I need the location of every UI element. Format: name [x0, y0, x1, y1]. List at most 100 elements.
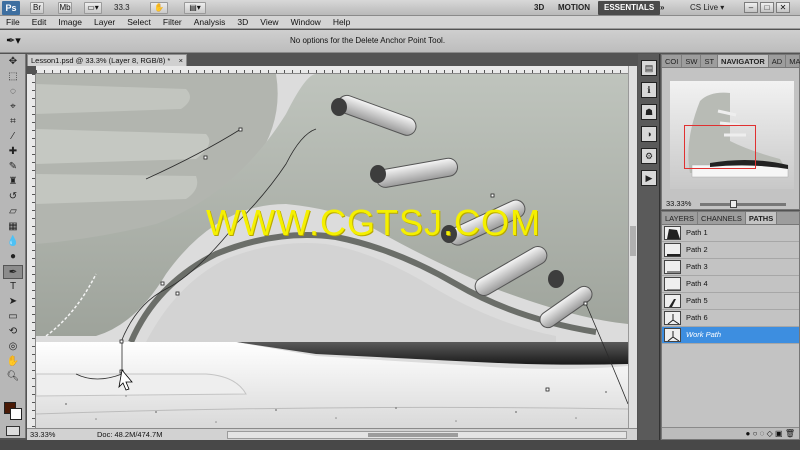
- maximize-button[interactable]: □: [760, 2, 774, 13]
- close-document-icon[interactable]: ×: [179, 55, 183, 66]
- tab-layers[interactable]: LAYERS: [662, 212, 699, 224]
- marquee-tool-icon[interactable]: ⬚: [3, 70, 23, 84]
- menu-select[interactable]: Select: [121, 16, 157, 28]
- clone-stamp-tool-icon[interactable]: ♜: [3, 175, 23, 189]
- navigator-view-box[interactable]: [684, 125, 756, 169]
- path-item[interactable]: Path 3: [662, 259, 799, 276]
- tab-navigator[interactable]: NAVIGATOR: [718, 55, 769, 67]
- dodge-tool-icon[interactable]: ●: [3, 250, 23, 264]
- mini-bridge-button[interactable]: Mb: [58, 2, 72, 14]
- navigator-zoom-slider[interactable]: [700, 200, 786, 208]
- clone-source-icon[interactable]: ⚙: [641, 148, 657, 164]
- status-zoom[interactable]: 33.33%: [30, 429, 55, 440]
- zoom-tool-icon[interactable]: 🔍︎: [3, 370, 23, 384]
- document-title: Lesson1.psd @ 33.3% (Layer 8, RGB/8) *: [31, 56, 171, 65]
- fill-path-icon[interactable]: ●: [746, 429, 751, 438]
- vertical-scroll-thumb[interactable]: [630, 226, 636, 256]
- rectangle-tool-icon[interactable]: ▭: [3, 310, 23, 324]
- quick-mask-icon[interactable]: [6, 426, 20, 436]
- hand-tool-icon-2[interactable]: ✋: [3, 355, 23, 369]
- workspace-essentials[interactable]: ESSENTIALS: [598, 1, 661, 15]
- new-path-icon[interactable]: ▣: [775, 429, 783, 438]
- tab-color[interactable]: COI: [662, 55, 683, 67]
- menu-3d[interactable]: 3D: [231, 16, 254, 28]
- path-name: Path 1: [686, 228, 708, 237]
- tab-adjustments[interactable]: AD: [769, 55, 787, 67]
- menu-filter[interactable]: Filter: [157, 16, 188, 28]
- minimize-button[interactable]: –: [744, 2, 758, 13]
- document-tab[interactable]: Lesson1.psd @ 33.3% (Layer 8, RGB/8) * ×: [27, 54, 187, 66]
- close-window-button[interactable]: ✕: [776, 2, 790, 13]
- history-brush-tool-icon[interactable]: ↺: [3, 190, 23, 204]
- document-canvas[interactable]: WWW.CGTSJ.COM: [36, 74, 628, 428]
- bridge-button[interactable]: Br: [30, 2, 44, 14]
- move-tool-icon[interactable]: ✥: [3, 55, 23, 69]
- path-thumbnail: [664, 311, 681, 325]
- navigator-zoom-knob[interactable]: [730, 200, 737, 208]
- navigator-thumbnail[interactable]: [670, 81, 794, 189]
- workspace-motion[interactable]: MOTION: [552, 1, 596, 15]
- cs-live-button[interactable]: CS Live ▾: [684, 1, 730, 15]
- make-work-path-icon[interactable]: ◇: [767, 429, 773, 438]
- crop-tool-icon[interactable]: ⌗: [3, 115, 23, 129]
- eraser-tool-icon[interactable]: ▱: [3, 205, 23, 219]
- info-panel-icon[interactable]: ℹ: [641, 82, 657, 98]
- hand-tool-icon[interactable]: ✋: [150, 2, 168, 14]
- blur-tool-icon[interactable]: 💧: [3, 235, 23, 249]
- path-item[interactable]: Path 6: [662, 310, 799, 327]
- delete-path-icon[interactable]: 🗑︎: [785, 429, 795, 438]
- navigator-panel: COI SW ST NAVIGATOR AD MA 33.33%: [661, 54, 800, 210]
- view-extras-icon[interactable]: ▭▾: [84, 2, 102, 14]
- 3d-rotate-tool-icon[interactable]: ⟲: [3, 325, 23, 339]
- vertical-scrollbar[interactable]: [628, 66, 637, 428]
- actions-panel-icon[interactable]: ▶: [641, 170, 657, 186]
- pen-tool-icon[interactable]: ✒: [3, 265, 23, 279]
- healing-brush-tool-icon[interactable]: ✚: [3, 145, 23, 159]
- 3d-orbit-tool-icon[interactable]: ◎: [3, 340, 23, 354]
- navigator-zoom-value[interactable]: 33.33%: [666, 199, 691, 208]
- tab-swatches[interactable]: SW: [682, 55, 702, 67]
- brush-tool-icon[interactable]: ✎: [3, 160, 23, 174]
- adjustments-panel-icon[interactable]: ◑: [641, 126, 657, 142]
- quick-selection-tool-icon[interactable]: ⌖: [3, 100, 23, 114]
- horizontal-scrollbar[interactable]: [227, 431, 627, 439]
- background-color-swatch[interactable]: [10, 408, 22, 420]
- stroke-path-icon[interactable]: ○: [753, 429, 758, 438]
- brush-presets-icon[interactable]: ☗: [641, 104, 657, 120]
- zoom-level[interactable]: 33.3: [114, 2, 144, 14]
- path-item[interactable]: Path 4: [662, 276, 799, 293]
- gradient-tool-icon[interactable]: ▦: [3, 220, 23, 234]
- horizontal-scroll-thumb[interactable]: [368, 433, 458, 437]
- eyedropper-tool-icon[interactable]: ⁄: [3, 130, 23, 144]
- menu-layer[interactable]: Layer: [88, 16, 121, 28]
- tab-styles[interactable]: ST: [701, 55, 719, 67]
- menu-analysis[interactable]: Analysis: [188, 16, 232, 28]
- menu-edit[interactable]: Edit: [26, 16, 53, 28]
- path-selection-tool-icon[interactable]: ➤: [3, 295, 23, 309]
- status-doc-size[interactable]: Doc: 48.2M/474.7M: [97, 429, 162, 440]
- paths-panel-footer: ● ○ ◌ ◇ ▣ 🗑︎: [662, 427, 799, 439]
- path-item-selected[interactable]: Work Path: [662, 327, 799, 344]
- delete-anchor-point-tool-icon[interactable]: ✒▾: [6, 34, 30, 49]
- path-item[interactable]: Path 2: [662, 242, 799, 259]
- path-thumbnail: [664, 328, 681, 342]
- tab-paths[interactable]: PATHS: [745, 212, 778, 224]
- menu-image[interactable]: Image: [52, 16, 88, 28]
- lasso-tool-icon[interactable]: ◌: [3, 85, 23, 99]
- menu-window[interactable]: Window: [285, 16, 327, 28]
- load-selection-icon[interactable]: ◌: [760, 429, 765, 438]
- workspace-overflow-icon[interactable]: »: [654, 1, 670, 15]
- histogram-panel-icon[interactable]: ▤: [641, 60, 657, 76]
- type-tool-icon[interactable]: T: [3, 280, 23, 294]
- menu-help[interactable]: Help: [327, 16, 356, 28]
- menu-view[interactable]: View: [254, 16, 284, 28]
- path-item[interactable]: Path 5: [662, 293, 799, 310]
- menu-file[interactable]: File: [0, 16, 26, 28]
- path-name: Work Path: [686, 330, 722, 339]
- arrange-documents-icon[interactable]: ▤▾: [184, 2, 206, 14]
- tab-masks[interactable]: MA: [786, 55, 800, 67]
- workspace-3d[interactable]: 3D: [528, 1, 550, 15]
- path-item[interactable]: Path 1: [662, 225, 799, 242]
- options-message: No options for the Delete Anchor Point T…: [290, 36, 446, 45]
- tab-channels[interactable]: CHANNELS: [698, 212, 746, 224]
